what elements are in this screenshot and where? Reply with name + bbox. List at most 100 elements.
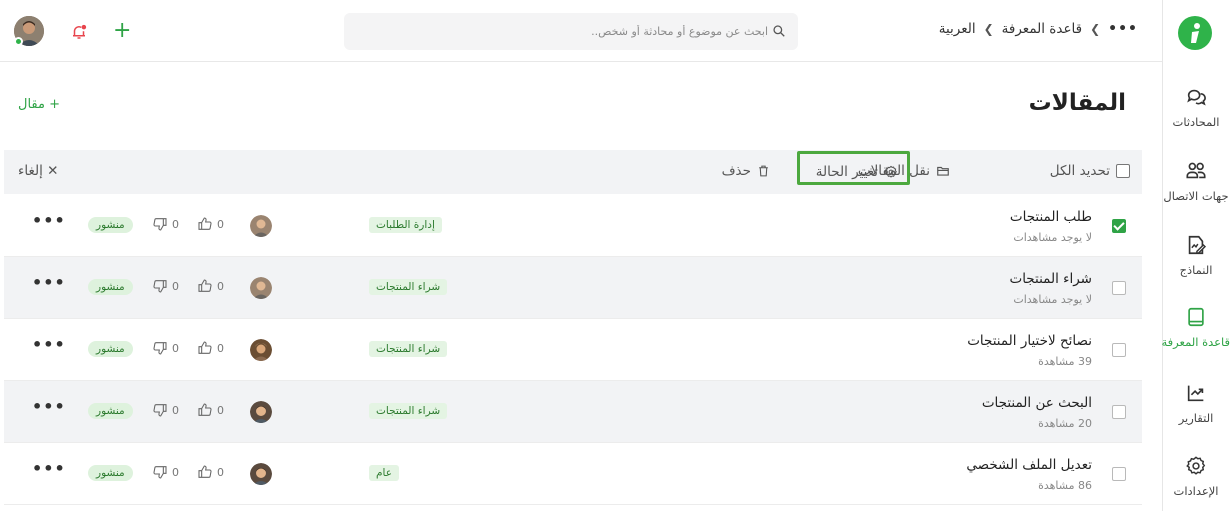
row-checkbox[interactable]: [1112, 467, 1126, 481]
author-avatar: [250, 277, 272, 299]
sidebar-item-settings[interactable]: الإعدادات: [1162, 455, 1230, 498]
select-all-checkbox[interactable]: [1116, 164, 1130, 178]
dislikes-value: 0: [172, 465, 179, 479]
breadcrumb: ••• ❯ قاعدة المعرفة ❯ العربية: [939, 21, 1138, 37]
likes-count[interactable]: 0: [197, 464, 224, 480]
row-checkbox[interactable]: [1112, 281, 1126, 295]
dislikes-count[interactable]: 0: [152, 340, 179, 356]
author-avatar: [250, 401, 272, 423]
article-title[interactable]: تعديل الملف الشخصي: [966, 457, 1092, 473]
sidebar-item-label: الإعدادات: [1173, 484, 1219, 498]
thumbs-up-icon: [198, 465, 212, 478]
sidebar-item-knowledge-base[interactable]: قاعدة المعرفة: [1162, 306, 1230, 349]
change-status-button[interactable]: تغيير الحالة: [806, 150, 908, 194]
row-checkbox[interactable]: [1112, 343, 1126, 357]
likes-value: 0: [217, 465, 224, 479]
dislikes-value: 0: [172, 341, 179, 355]
status-badge: منشور: [88, 217, 133, 233]
gear-icon: [884, 165, 897, 178]
breadcrumb-item-knowledge-base[interactable]: قاعدة المعرفة: [1002, 21, 1082, 37]
contacts-icon: [1186, 162, 1206, 179]
app: المحادثات جهات الاتصال النماذج قاعدة الم…: [0, 0, 1230, 511]
topbar: ••• ❯ قاعدة المعرفة ❯ العربية +: [0, 0, 1162, 62]
row-more-button[interactable]: •••: [32, 211, 66, 230]
article-title[interactable]: نصائح لاختيار المنتجات: [967, 333, 1092, 349]
sidebar-item-conversations[interactable]: المحادثات: [1162, 86, 1230, 129]
article-views: لا يوجد مشاهدات: [1013, 293, 1092, 306]
status-badge: منشور: [88, 341, 133, 357]
breadcrumb-item-arabic[interactable]: العربية: [939, 21, 976, 37]
select-all-button[interactable]: تحديد الكل: [1050, 163, 1130, 179]
likes-value: 0: [217, 279, 224, 293]
row-more-button[interactable]: •••: [32, 335, 66, 354]
cancel-button[interactable]: ✕ إلغاء: [18, 163, 58, 179]
category-tag: شراء المنتجات: [369, 279, 448, 295]
delete-button[interactable]: حذف: [722, 163, 770, 179]
category-tag: إدارة الطلبات: [369, 217, 442, 233]
table-row[interactable]: البحث عن المنتجات 20 مشاهدة شراء المنتجا…: [4, 381, 1142, 443]
dislikes-count[interactable]: 0: [152, 216, 179, 232]
article-title[interactable]: طلب المنتجات: [1010, 209, 1092, 225]
gear-icon: [1186, 456, 1206, 475]
folder-icon: [937, 166, 949, 176]
change-status-label: تغيير الحالة: [815, 164, 878, 180]
thumbs-down-icon: [153, 218, 167, 231]
status-badge: منشور: [88, 403, 133, 419]
dislikes-count[interactable]: 0: [152, 402, 179, 418]
forms-icon: [1188, 235, 1207, 255]
author-avatar: [250, 463, 272, 485]
thumbs-up-icon: [198, 279, 212, 292]
thumbs-down-icon: [153, 280, 167, 293]
breadcrumb-more-button[interactable]: •••: [1108, 21, 1138, 37]
dislikes-count[interactable]: 0: [152, 278, 179, 294]
article-views: 86 مشاهدة: [1038, 479, 1092, 492]
sidebar-item-forms[interactable]: النماذج: [1162, 234, 1230, 277]
search-input[interactable]: [358, 13, 768, 50]
article-title[interactable]: البحث عن المنتجات: [982, 395, 1092, 411]
notification-bell-icon[interactable]: [70, 23, 88, 41]
likes-value: 0: [217, 341, 224, 355]
row-more-button[interactable]: •••: [32, 459, 66, 478]
delete-label: حذف: [721, 163, 751, 179]
online-status-dot: [14, 37, 23, 46]
row-more-button[interactable]: •••: [32, 397, 66, 416]
trash-icon: [759, 165, 768, 177]
likes-count[interactable]: 0: [197, 216, 224, 232]
article-views: 39 مشاهدة: [1038, 355, 1092, 368]
row-more-button[interactable]: •••: [32, 273, 66, 292]
sidebar: المحادثات جهات الاتصال النماذج قاعدة الم…: [1162, 0, 1230, 511]
logo[interactable]: [1178, 16, 1212, 50]
row-checkbox[interactable]: [1112, 405, 1126, 419]
row-checkbox[interactable]: [1112, 219, 1126, 233]
dislikes-value: 0: [172, 279, 179, 293]
status-badge: منشور: [88, 279, 133, 295]
search-icon: [773, 25, 785, 37]
likes-count[interactable]: 0: [197, 278, 224, 294]
chevron-left-icon: ❯: [983, 22, 994, 36]
add-article-button[interactable]: + مقال: [18, 97, 60, 112]
dislikes-count[interactable]: 0: [152, 464, 179, 480]
book-icon: [1188, 307, 1204, 327]
likes-value: 0: [217, 403, 224, 417]
page-title: المقالات: [1028, 90, 1126, 116]
thumbs-up-icon: [198, 341, 212, 354]
article-title[interactable]: شراء المنتجات: [1009, 271, 1092, 287]
table-row[interactable]: نصائح لاختيار المنتجات 39 مشاهدة شراء ال…: [4, 319, 1142, 381]
table-row[interactable]: تعديل الملف الشخصي 86 مشاهدة عام 0 0 منش…: [4, 443, 1142, 505]
author-avatar: [250, 339, 272, 361]
sidebar-item-contacts[interactable]: جهات الاتصال: [1162, 160, 1230, 203]
table-row[interactable]: شراء المنتجات لا يوجد مشاهدات شراء المنت…: [4, 257, 1142, 319]
sidebar-item-label: التقارير: [1178, 411, 1214, 425]
likes-count[interactable]: 0: [197, 340, 224, 356]
add-icon[interactable]: +: [113, 20, 131, 42]
sidebar-item-label: المحادثات: [1172, 115, 1220, 129]
chat-icon: [1187, 89, 1206, 106]
sidebar-item-reports[interactable]: التقارير: [1162, 382, 1230, 425]
logo-icon: [1191, 23, 1200, 43]
sidebar-item-label: قاعدة المعرفة: [1161, 335, 1230, 349]
thumbs-up-icon: [198, 217, 212, 230]
table-row[interactable]: طلب المنتجات لا يوجد مشاهدات إدارة الطلب…: [4, 195, 1142, 257]
sidebar-item-label: جهات الاتصال: [1163, 189, 1229, 203]
thumbs-down-icon: [153, 466, 167, 479]
likes-count[interactable]: 0: [197, 402, 224, 418]
